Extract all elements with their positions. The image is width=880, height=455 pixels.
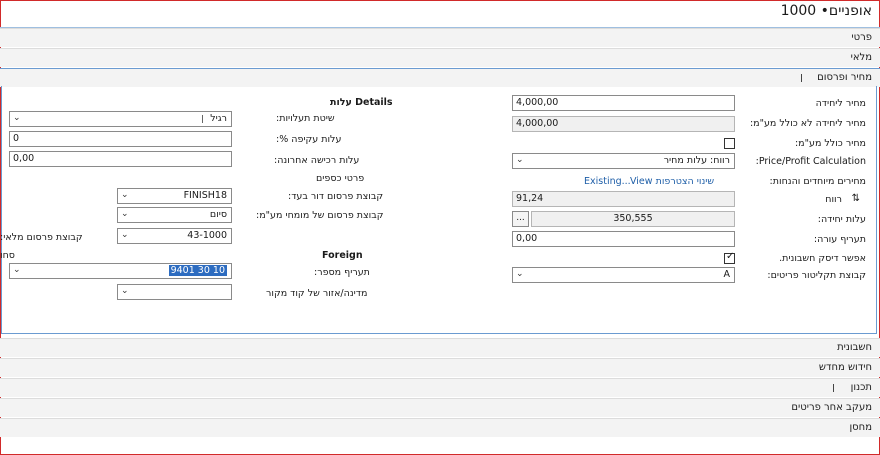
gen-prod-posting-label: קבוצת פרסום דור בעד: (288, 191, 384, 202)
section-label: מעקב אחר פריטים (791, 402, 872, 413)
section-label: מחסן (849, 422, 872, 433)
chevron-down-icon: ⌄ (516, 269, 524, 279)
unit-cost-field: 350,555 (531, 211, 735, 227)
costing-method-select[interactable]: ⌄ רגיל (9, 111, 232, 127)
profit-label: רווח (825, 194, 842, 205)
inventory-posting-value: 43-1000 (187, 230, 227, 241)
country-origin-label: מדינה/אזור של קוד מקור (266, 288, 368, 299)
unit-cost-lookup-button[interactable]: ... (512, 211, 529, 227)
price-incl-vat-checkbox[interactable] (724, 138, 735, 149)
unit-price-excl-vat-label: מחיר ליחידה לא כולל מע"מ: (749, 118, 866, 129)
section-label: מחיר ופרסום (817, 72, 872, 83)
section-item-tracking[interactable]: מעקב אחר פריטים (0, 398, 880, 417)
sort-icon: ⇅ (851, 193, 860, 204)
special-prices-link[interactable]: View שינוי הצטרפות (630, 176, 714, 187)
inventory-posting-label: קבוצת פרסום מלאי: (0, 232, 83, 243)
indirect-cost-pct-field[interactable]: 0 (9, 131, 232, 147)
item-disc-group-select[interactable]: ⌄ A (512, 267, 735, 283)
allow-invoice-disc-label: אפשר דיסק חשבונית. (779, 253, 866, 264)
vat-prod-posting-value: סיום (209, 209, 227, 220)
section-label: חידוש מחדש (818, 362, 872, 373)
item-disc-group-value: A (723, 269, 731, 280)
tariff-no-label: תעריף מספר: (314, 267, 370, 278)
section-indicator (833, 384, 834, 392)
special-prices-label: מחירים מיוחדים והנחות: (769, 176, 866, 187)
chevron-down-icon: ⌄ (13, 113, 21, 123)
section-indicator (801, 74, 802, 82)
section-replenishment[interactable]: חידוש מחדש (0, 358, 880, 377)
chevron-down-icon: ⌄ (516, 155, 524, 165)
vat-prod-posting-label: קבוצת פרסום של מומחי מע"מ: (256, 210, 384, 221)
tariff-no-value: 9401 30 10 (168, 265, 227, 276)
vat-prod-posting-select[interactable]: ⌄ סיום (117, 207, 232, 223)
section-general[interactable]: פרטי (0, 28, 880, 47)
indirect-cost-pct-label: עלות עקיפה %: (276, 134, 342, 145)
indirect-cost-field[interactable]: 0,00 (512, 231, 735, 247)
unit-price-field[interactable]: 4,000,00 (512, 95, 735, 111)
indirect-cost-label: תעריף עורה: (813, 234, 866, 245)
gen-prod-posting-value: FINISH18 (183, 190, 227, 201)
last-direct-cost-label: עלות רכישה אחרונה: (274, 155, 360, 166)
price-profit-calc-label: Price/Profit Calculation: (755, 156, 866, 167)
cost-details-heading: עלות Details (330, 97, 393, 108)
tariff-no-select[interactable]: ⌄ 9401 30 10 (9, 263, 232, 279)
price-incl-vat-label: מחיר כולל מע"מ: (794, 138, 866, 149)
allow-invoice-disc-checkbox[interactable] (724, 251, 735, 264)
section-planning[interactable]: תכנון (0, 378, 880, 397)
edge-text: סחו (0, 250, 15, 261)
country-origin-select[interactable]: ⌄ (117, 284, 232, 300)
price-profit-calc-value: רווח: עלות מחיר (663, 155, 730, 166)
section-price-posting[interactable]: מחיר ופרסום (0, 68, 880, 87)
item-disc-group-label: קבוצת תקליטור פריטים: (767, 270, 866, 281)
gen-prod-posting-select[interactable]: ⌄ FINISH18 (117, 188, 232, 204)
last-direct-cost-field[interactable]: 0,00 (9, 151, 232, 167)
costing-method-value: רגיל (210, 113, 227, 124)
inventory-posting-select[interactable]: ⌄ 43-1000 (117, 228, 232, 244)
unit-cost-label: עלות יחידה: (817, 214, 866, 225)
chevron-down-icon: ⌄ (13, 265, 21, 275)
section-label: מלאי (850, 52, 872, 63)
section-inventory[interactable]: מלאי (0, 48, 880, 67)
section-label: פרטי (851, 32, 872, 43)
section-label: חשבונית (837, 342, 872, 353)
chevron-down-icon: ⌄ (121, 230, 129, 240)
profit-field: 91,24 (512, 191, 735, 207)
price-profit-calc-select[interactable]: ⌄ רווח: עלות מחיר (512, 153, 735, 169)
financial-details-label: פרטי כספים (316, 173, 365, 184)
unit-price-excl-vat-field: 4,000,00 (512, 116, 735, 132)
costing-method-label: שיטת תעלויות: (276, 113, 335, 124)
unit-price-label: מחיר ליחידה (815, 98, 866, 109)
special-prices-link-suffix[interactable]: Existing... (584, 176, 631, 187)
section-invoicing[interactable]: חשבונית (0, 338, 880, 357)
page-title: 1000 •אופניים (780, 3, 872, 19)
chevron-down-icon: ⌄ (121, 190, 129, 200)
chevron-down-icon: ⌄ (121, 286, 129, 296)
field-indicator (202, 115, 203, 123)
chevron-down-icon: ⌄ (121, 209, 129, 219)
section-label: תכנון (850, 382, 872, 393)
section-warehouse[interactable]: מחסן (0, 418, 880, 437)
foreign-trade-heading: Foreign (322, 250, 363, 261)
